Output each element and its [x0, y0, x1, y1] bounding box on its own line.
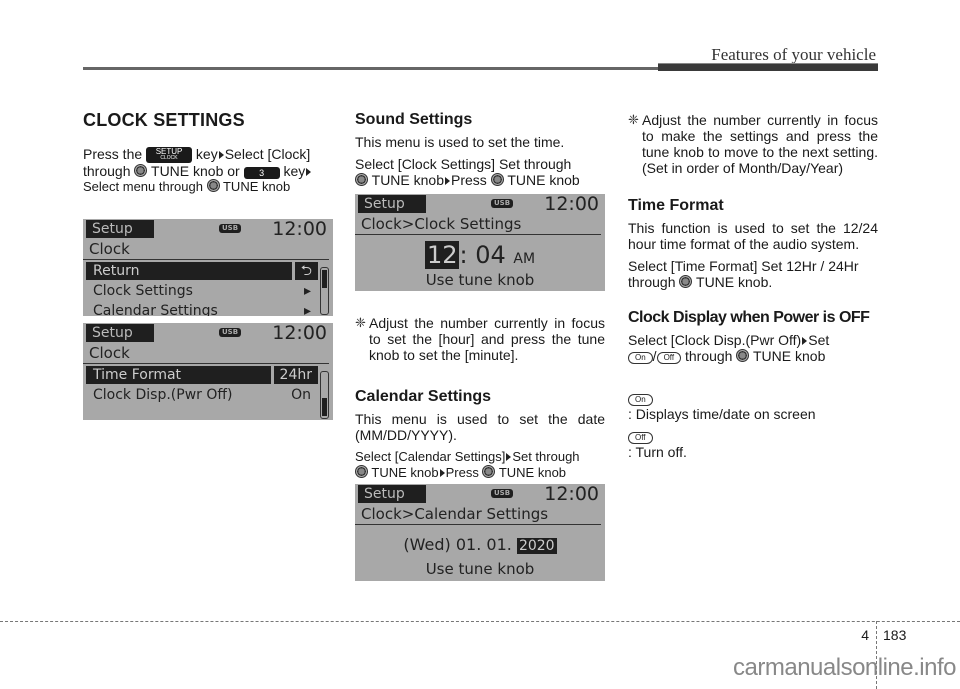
menu-item-return[interactable]: Return ⮌	[86, 262, 318, 280]
screen-calendar-settings: Setup USB 12:00 Clock>Calendar Settings (W…	[355, 484, 605, 581]
chevron-right-icon: ▸	[303, 303, 311, 316]
arrow-right-icon	[802, 337, 808, 345]
minute-field[interactable]: 04	[475, 241, 506, 269]
scrollbar[interactable]	[320, 371, 329, 419]
tune-knob-icon	[736, 349, 750, 362]
arrow-right-icon	[306, 168, 312, 177]
instruction-line-2: through TUNE knob or 3 key	[83, 163, 333, 179]
watermark: carmanualsonline.info	[733, 654, 956, 681]
note-clock: ❈ Adjust the number currently in focus to…	[355, 315, 605, 363]
usb-icon: USB	[491, 199, 514, 208]
menu-item-clock-disp[interactable]: Clock Disp.(Pwr Off) On	[86, 386, 315, 404]
arrow-right-icon	[445, 177, 450, 185]
instruction-line-3: Select menu through TUNE knob	[83, 179, 291, 195]
usb-icon: USB	[219, 328, 242, 337]
page-number: 183	[883, 627, 907, 643]
footer-rule	[0, 621, 960, 622]
arrow-right-icon	[439, 469, 445, 477]
heading-calendar-settings: Calendar Settings	[355, 388, 492, 405]
chapter-number: 4	[861, 627, 869, 643]
heading-time-format: Time Format	[628, 197, 724, 214]
off-option: Off	[656, 352, 682, 364]
menu-item-calendar-settings[interactable]: Calendar Settings ▸	[86, 302, 315, 316]
tune-knob-icon	[490, 173, 504, 186]
hour-field[interactable]: 12	[424, 241, 460, 269]
heading-sound-settings: Sound Settings	[355, 111, 473, 128]
off-option: Off	[628, 432, 653, 444]
screen-title: Clock	[83, 239, 329, 260]
note-calendar: ❈ Adjust the number currently in focus to…	[628, 112, 878, 176]
tune-knob-icon	[134, 164, 148, 178]
screen-time: 12:00	[272, 219, 327, 240]
section-title: Features of your vehicle	[711, 45, 876, 64]
tune-knob-icon	[206, 179, 220, 193]
tune-knob-icon	[679, 275, 693, 288]
year-field[interactable]: 2020	[516, 538, 557, 554]
screen-clock-settings: Setup USB 12:00 Clock>Clock Settings 12: 0…	[355, 194, 605, 291]
on-option: On	[628, 394, 653, 406]
tune-knob-icon	[482, 465, 496, 478]
arrow-right-icon	[506, 453, 512, 461]
page-heading: CLOCK SETTINGS	[83, 110, 245, 130]
return-icon: ⮌	[291, 262, 318, 280]
instruction-line-1: Press the SETUP CLOCK key Select [Clock]	[83, 146, 311, 164]
setup-clock-key: SETUP CLOCK	[146, 147, 193, 164]
column-clock-settings: CLOCK SETTINGS Press the SETUP CLOCK key S…	[83, 110, 333, 201]
on-option: On	[628, 352, 653, 364]
tune-knob-icon	[355, 465, 368, 478]
chevron-right-icon: ▸	[303, 283, 311, 299]
tune-knob-icon	[355, 173, 368, 186]
heading-clock-display: Clock Display when Power is OFF	[628, 309, 870, 326]
usb-icon: USB	[219, 224, 242, 233]
usb-icon: USB	[491, 489, 514, 498]
screen-mode: Setup	[86, 220, 154, 238]
menu-item-time-format[interactable]: Time Format 24hr	[86, 366, 318, 384]
header-accent-bar	[658, 63, 878, 71]
menu-item-clock-settings[interactable]: Clock Settings ▸	[86, 282, 315, 300]
screen-clock-format-menu: Setup USB 12:00 Clock Time Format 24hr Cloc…	[83, 323, 333, 420]
number-3-key: 3	[243, 166, 280, 179]
screen-clock-menu: Setup USB 12:00 Clock Return ⮌ Clock Settin…	[83, 219, 333, 316]
column-time-format: ❈ Adjust the number currently in focus to…	[628, 112, 878, 460]
column-sound-calendar: Sound Settings This menu is used to set …	[355, 112, 605, 194]
scrollbar[interactable]	[320, 267, 329, 315]
arrow-right-icon	[218, 151, 224, 159]
